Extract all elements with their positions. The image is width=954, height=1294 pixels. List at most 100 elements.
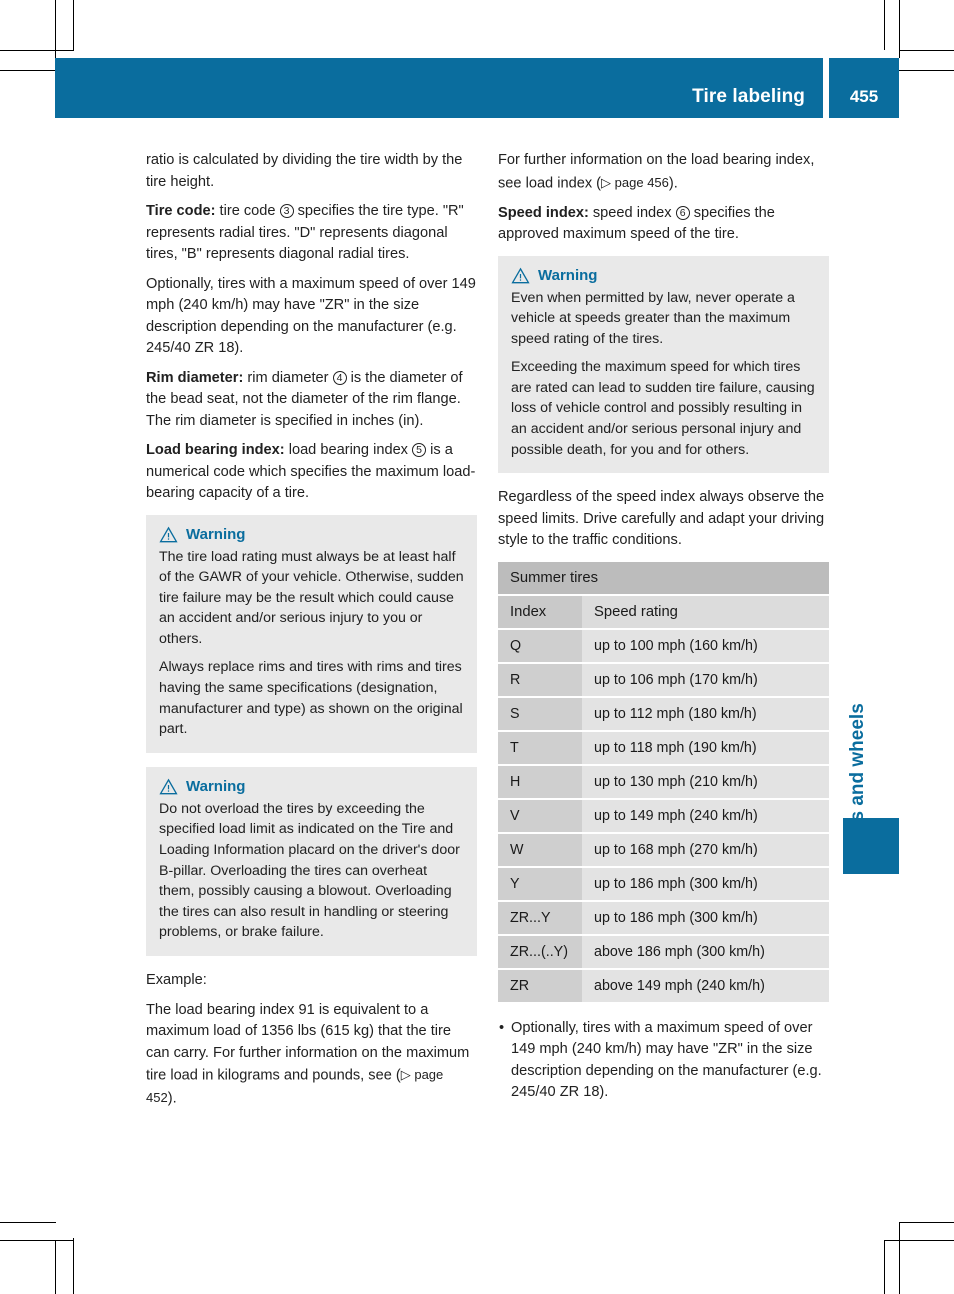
crop-mark-bottom-right-vertical-outer [884, 1240, 885, 1294]
table-row: Vup to 149 mph (240 km/h) [498, 798, 829, 834]
warning-paragraph: Even when permitted by law, never operat… [511, 289, 795, 347]
crop-mark-bottom-right-horizontal-outer [899, 1222, 954, 1223]
left-column: ratio is calculated by dividing the tire… [146, 150, 477, 1118]
paragraph-speed-index: Speed index: speed index 6 specifies the… [498, 203, 829, 246]
summer-tires-speed-rating-table: Summer tires Index Speed rating Qup to 1… [498, 561, 829, 1004]
paragraph-tire-code: Tire code: tire code 3 specifies the tir… [146, 201, 477, 266]
paragraph-rim-diameter: Rim diameter: rim diameter 4 is the diam… [146, 368, 477, 433]
list-item: Optionally, tires with a maximum speed o… [498, 1018, 829, 1104]
label-load-bearing-index: Load bearing index: [146, 442, 285, 458]
warning-box-load-rating: Warning The tire load rating must always… [146, 514, 477, 753]
crop-mark-bottom-right-horizontal-inner [884, 1240, 954, 1241]
warning-paragraph: Exceeding the maximum speed for which ti… [511, 359, 815, 458]
crop-mark-top-right-horizontal-outer [899, 50, 954, 51]
table-cell-index: T [498, 730, 582, 766]
table-cell-index: ZR...(..Y) [498, 934, 582, 970]
table-cell-speed-rating: up to 168 mph (270 km/h) [582, 832, 829, 868]
warning-title: Warning [186, 525, 246, 543]
table-cell-speed-rating: above 149 mph (240 km/h) [582, 968, 829, 1004]
crop-mark-bottom-left-vertical-inner [73, 1238, 74, 1294]
paragraph-regardless: Regardless of the speed index always obs… [498, 489, 825, 549]
example-text-after: ). [167, 1090, 177, 1107]
paragraph-optional-zr: Optionally, tires with a maximum speed o… [146, 275, 476, 357]
table-cell-speed-rating: above 186 mph (300 km/h) [582, 934, 829, 970]
warning-triangle-icon [159, 526, 178, 543]
table-cell-speed-rating: up to 130 mph (210 km/h) [582, 764, 829, 800]
table-row: Yup to 186 mph (300 km/h) [498, 866, 829, 902]
table-cell-index: S [498, 696, 582, 732]
table-row: ZR above 149 mph (240 km/h) [498, 968, 829, 1004]
example-paragraph: The load bearing index 91 is equivalent … [146, 1000, 477, 1111]
warning-paragraph: Do not overload the tires by exceeding t… [159, 800, 460, 941]
warning-header: Warning [159, 778, 464, 795]
table-row: Rup to 106 mph (170 km/h) [498, 662, 829, 698]
table-cell-speed-rating: up to 186 mph (300 km/h) [582, 866, 829, 902]
table-caption-row: Summer tires [498, 561, 829, 596]
table-caption: Summer tires [498, 561, 829, 596]
crop-mark-bottom-left-horizontal-outer [0, 1222, 56, 1223]
crop-mark-top-left-vertical-inner [73, 0, 74, 50]
warning-title: Warning [186, 777, 246, 795]
label-rim-diameter: Rim diameter: [146, 369, 244, 386]
table-row: Sup to 112 mph (180 km/h) [498, 696, 829, 732]
load-text-before: load bearing index [284, 442, 413, 458]
chapter-side-tab-marker [843, 818, 899, 874]
table-header-speed-rating: Speed rating [582, 594, 829, 630]
warning-header: Warning [511, 267, 816, 284]
table-cell-index: V [498, 798, 582, 834]
warning-paragraph: The tire load rating must always be at l… [159, 548, 464, 647]
paragraph-load-bearing-index: Load bearing index: load bearing index 5… [146, 440, 477, 505]
crop-mark-top-left-horizontal-inner [0, 70, 56, 71]
rim-text-before: rim diameter [243, 369, 333, 386]
warning-box-speed-rating: Warning Even when permitted by law, neve… [498, 255, 829, 474]
tire-code-text-before: tire code [215, 203, 280, 219]
cross-reference-page-456[interactable]: ▷ page 456 [601, 175, 669, 190]
header-page-block: 455 [829, 58, 899, 118]
label-tire-code: Tire code: [146, 203, 216, 219]
speed-text-before: speed index [588, 204, 676, 221]
table-row: Wup to 168 mph (270 km/h) [498, 832, 829, 868]
example-label: Example: [146, 972, 207, 988]
page-number: 455 [849, 87, 879, 106]
table-cell-index: ZR [498, 968, 582, 1004]
table-cell-index: ZR...Y [498, 900, 582, 936]
warning-paragraph: Always replace rims and tires with rims … [159, 659, 463, 738]
callout-marker-5: 5 [412, 443, 427, 457]
warning-box-overload: Warning Do not overload the tires by exc… [146, 766, 477, 956]
warning-triangle-icon [159, 778, 178, 795]
crop-mark-bottom-left-horizontal-inner [0, 1240, 74, 1241]
table-row: Tup to 118 mph (190 km/h) [498, 730, 829, 766]
table-cell-index: W [498, 832, 582, 868]
table-cell-index: Y [498, 866, 582, 902]
warning-triangle-icon [511, 267, 530, 284]
paragraph-aspect-ratio: ratio is calculated by dividing the tire… [146, 152, 463, 190]
table-cell-index: H [498, 764, 582, 800]
table-row: Hup to 130 mph (210 km/h) [498, 764, 829, 800]
right-column: For further information on the load bear… [498, 150, 829, 1104]
header-title-block: Tire labeling [55, 58, 823, 118]
callout-marker-3: 3 [279, 204, 294, 218]
table-cell-index: Q [498, 628, 582, 664]
table-row: ZR...(..Y) above 186 mph (300 km/h) [498, 934, 829, 970]
label-speed-index: Speed index: [498, 204, 589, 221]
page-title: Tire labeling [692, 86, 805, 107]
table-row: Qup to 100 mph (160 km/h) [498, 628, 829, 664]
further-text-after: ). [668, 175, 678, 191]
table-cell-index: R [498, 662, 582, 698]
table-cell-speed-rating: up to 112 mph (180 km/h) [582, 696, 829, 732]
warning-header: Warning [159, 526, 464, 543]
page-content: ratio is calculated by dividing the tire… [146, 150, 836, 1160]
table-cell-speed-rating: up to 106 mph (170 km/h) [582, 662, 829, 698]
table-cell-speed-rating: up to 118 mph (190 km/h) [582, 730, 829, 766]
warning-title: Warning [538, 266, 598, 284]
table-cell-speed-rating: up to 149 mph (240 km/h) [582, 798, 829, 834]
table-cell-speed-rating: up to 100 mph (160 km/h) [582, 628, 829, 664]
crop-mark-bottom-right-vertical-inner [899, 1222, 900, 1294]
table-header-row: Index Speed rating [498, 594, 829, 630]
table-cell-speed-rating: up to 186 mph (300 km/h) [582, 900, 829, 936]
crop-mark-bottom-left-vertical-outer [55, 1240, 56, 1294]
crop-mark-top-right-vertical-outer [884, 0, 885, 50]
page-header: Tire labeling 455 [55, 58, 899, 118]
crop-mark-top-left-horizontal-outer [0, 50, 74, 51]
bullet-list: Optionally, tires with a maximum speed o… [498, 1018, 829, 1104]
